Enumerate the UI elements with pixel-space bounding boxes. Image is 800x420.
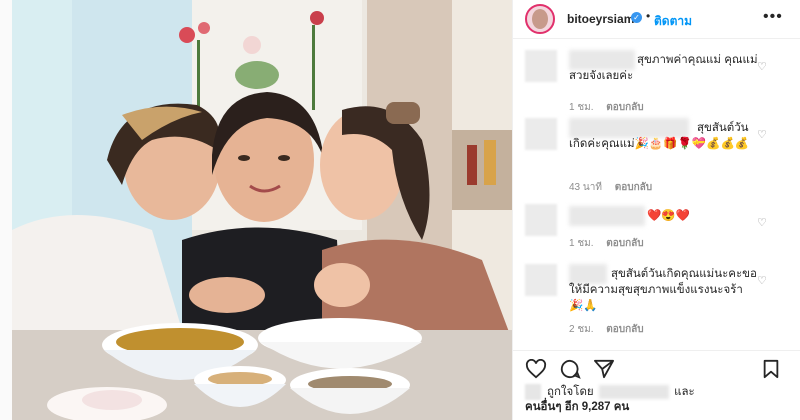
bookmark-icon[interactable] <box>761 359 781 384</box>
heart-icon[interactable] <box>525 358 547 384</box>
comment-meta: 43 นาที ตอบกลับ <box>569 180 652 195</box>
comment-avatar[interactable] <box>525 118 557 150</box>
reply-button[interactable]: ตอบกลับ <box>606 102 643 113</box>
more-options-icon[interactable]: ••• <box>763 8 783 26</box>
follow-button[interactable]: ติดตาม <box>654 12 692 31</box>
post-header: bitoeyrsiam ✓ • ติดตาม ••• <box>513 0 800 39</box>
reply-button[interactable]: ตอบกลับ <box>606 238 643 249</box>
comment-time: 1 ชม. <box>569 238 594 249</box>
comment-like-heart-icon[interactable]: ♡ <box>757 274 767 287</box>
comment-avatar[interactable] <box>525 204 557 236</box>
liker-username-blurred[interactable] <box>598 385 669 399</box>
liked-by-label: ถูกใจโดย <box>547 386 594 399</box>
avatar[interactable] <box>525 4 555 34</box>
comment-avatar[interactable] <box>525 50 557 82</box>
username-link[interactable]: bitoeyrsiam <box>567 12 634 26</box>
others-likes-link[interactable]: คนอื่นๆ อีก 9,287 คน <box>525 401 629 413</box>
comment-meta: 1 ชม. ตอบกลับ <box>569 100 644 115</box>
separator-dot: • <box>646 9 651 23</box>
share-icon[interactable] <box>593 359 615 384</box>
comment-meta: 1 ชม. ตอบกลับ <box>569 236 644 251</box>
comment-time: 43 นาที <box>569 182 602 193</box>
comment-like-heart-icon[interactable]: ♡ <box>757 128 767 141</box>
likes-summary: ถูกใจโดย และ คนอื่นๆ อีก 9,287 คน <box>525 384 695 415</box>
reply-button[interactable]: ตอบกลับ <box>606 324 643 335</box>
reply-button[interactable]: ตอบกลับ <box>615 182 652 193</box>
post-photo <box>12 0 512 420</box>
comment-icon[interactable] <box>559 359 581 384</box>
comment-meta: 2 ชม. ตอบกลับ <box>569 322 644 337</box>
comment-username-blurred[interactable] <box>569 206 645 226</box>
comment-like-heart-icon[interactable]: ♡ <box>757 60 767 73</box>
comment-text: สุขสันต์วันเกิดคุณแม่นะคะขอให้มีความสุขส… <box>569 268 757 312</box>
comment-time: 1 ชม. <box>569 102 594 113</box>
comment-like-heart-icon[interactable]: ♡ <box>757 216 767 229</box>
comment-time: 2 ชม. <box>569 324 594 335</box>
comment-text: สุขสันต์วันเกิดค่ะคุณแม่🎉🎂🎁🌹💝💰💰💰 <box>569 122 750 150</box>
liker-avatar[interactable] <box>525 384 541 400</box>
verified-badge-icon: ✓ <box>631 12 642 23</box>
comment-text: สุขภาพค่าคุณแม่ คุณแม่สวยจังเลยค่ะ <box>569 54 758 82</box>
comments-list[interactable]: สุขภาพค่าคุณแม่ คุณแม่สวยจังเลยค่ะ ♡ 1 ช… <box>513 38 800 344</box>
comment-text: ❤️😍❤️ <box>647 210 690 222</box>
post-side-panel: bitoeyrsiam ✓ • ติดตาม ••• สุขภาพค่าคุณแ… <box>512 0 800 420</box>
and-label: และ <box>674 386 695 399</box>
post-actions-bar <box>513 350 800 385</box>
comment-avatar[interactable] <box>525 264 557 296</box>
